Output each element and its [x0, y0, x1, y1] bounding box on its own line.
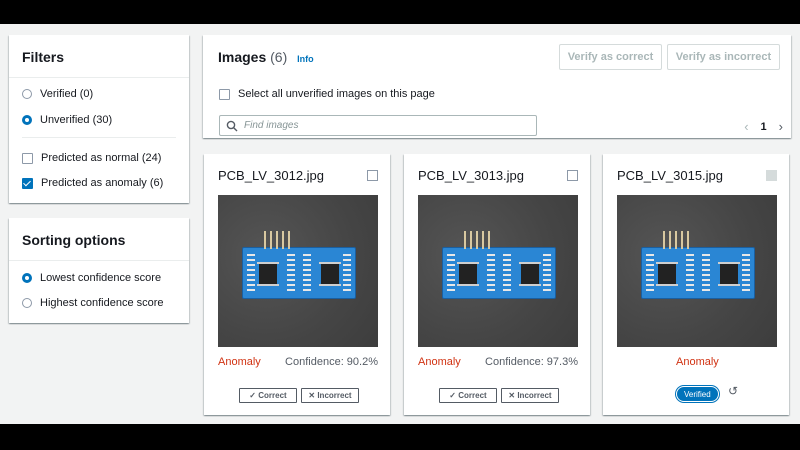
pcb-header-pins [663, 231, 689, 249]
correct-button[interactable]: ✓ Correct [439, 388, 497, 403]
filters-divider [22, 137, 176, 138]
radio-icon[interactable] [22, 89, 32, 99]
pcb-chip [519, 262, 541, 286]
incorrect-button[interactable]: ✕ Incorrect [501, 388, 559, 403]
pcb-pads-mid2 [702, 254, 710, 292]
anomaly-label: Anomaly [218, 356, 261, 368]
checkbox-checked-icon[interactable] [22, 177, 33, 189]
pcb-board [242, 247, 356, 299]
images-title-text: Images [218, 49, 267, 65]
stage: Filters Verified (0) Unverified (30) Pre… [0, 24, 800, 424]
radio-icon[interactable] [22, 298, 32, 308]
filters-title: Filters [9, 35, 189, 78]
pcb-pads-left [247, 254, 255, 292]
image-filename: PCB_LV_3015.jpg [617, 168, 724, 183]
sorting-title: Sorting options [9, 218, 189, 261]
pcb-pads-mid2 [303, 254, 311, 292]
filters-panel: Filters Verified (0) Unverified (30) Pre… [9, 35, 189, 203]
pcb-pads-mid [686, 254, 694, 292]
filter-anomaly-label: Predicted as anomaly (6) [41, 177, 164, 189]
select-all-label: Select all unverified images on this pag… [238, 88, 435, 100]
pcb-image [218, 195, 378, 347]
pcb-chip [319, 262, 341, 286]
images-count: (6) [270, 49, 288, 65]
checkbox-icon[interactable] [219, 88, 230, 100]
pcb-chip [718, 262, 740, 286]
radio-selected-icon[interactable] [22, 115, 32, 125]
select-all-checkbox[interactable]: Select all unverified images on this pag… [219, 88, 435, 100]
images-header-panel: Images (6) Info Verify as correct Verify… [203, 35, 791, 138]
filter-predicted-anomaly[interactable]: Predicted as anomaly (6) [22, 177, 163, 189]
filter-normal-label: Predicted as normal (24) [41, 152, 162, 164]
image-filename: PCB_LV_3013.jpg [418, 168, 525, 183]
chevron-right-icon[interactable]: › [779, 119, 783, 134]
chevron-left-icon[interactable]: ‹ [744, 119, 748, 134]
pcb-chip [257, 262, 279, 286]
pcb-image [418, 195, 578, 347]
pcb-pads-right [543, 254, 551, 292]
pcb-pads-mid2 [503, 254, 511, 292]
sort-lowest[interactable]: Lowest confidence score [22, 272, 161, 284]
verify-incorrect-button[interactable]: Verify as incorrect [667, 44, 780, 70]
filter-verified-label: Verified (0) [40, 88, 94, 100]
search-input[interactable]: Find images [219, 115, 537, 136]
pcb-header-pins [464, 231, 490, 249]
pcb-pads-mid [287, 254, 295, 292]
filter-unverified-label: Unverified (30) [40, 114, 113, 126]
pcb-header-pins [264, 231, 290, 249]
verified-badge: Verified [676, 386, 719, 402]
info-link[interactable]: Info [297, 54, 314, 64]
filter-verified[interactable]: Verified (0) [22, 88, 93, 100]
page-number[interactable]: 1 [761, 121, 767, 133]
sorting-panel: Sorting options Lowest confidence score … [9, 218, 189, 323]
search-icon [226, 120, 238, 131]
incorrect-button[interactable]: ✕ Incorrect [301, 388, 359, 403]
pcb-image [617, 195, 777, 347]
confidence-value: Confidence: 90.2% [285, 356, 378, 368]
correct-button[interactable]: ✓ Correct [239, 388, 297, 403]
pcb-pads-right [742, 254, 750, 292]
image-card[interactable]: PCB_LV_3015.jpg Anomaly Verified ↺ [603, 154, 789, 415]
search-placeholder: Find images [244, 120, 299, 131]
image-card[interactable]: PCB_LV_3012.jpg Anomaly Confidence: 90.2… [204, 154, 390, 415]
sort-highest-label: Highest confidence score [40, 297, 164, 309]
filter-unverified[interactable]: Unverified (30) [22, 114, 112, 126]
undo-icon[interactable]: ↺ [728, 384, 738, 398]
filter-predicted-normal[interactable]: Predicted as normal (24) [22, 152, 161, 164]
pcb-chip [656, 262, 678, 286]
card-checkbox[interactable] [567, 170, 578, 181]
pcb-board [442, 247, 556, 299]
pcb-pads-left [646, 254, 654, 292]
checkbox-icon[interactable] [22, 152, 33, 164]
verify-correct-button[interactable]: Verify as correct [559, 44, 662, 70]
pcb-pads-mid [487, 254, 495, 292]
card-checkbox-disabled [766, 170, 777, 181]
pagination: ‹ 1 › [744, 119, 783, 134]
pcb-board [641, 247, 755, 299]
images-title: Images (6) Info [218, 49, 314, 65]
confidence-value: Confidence: 97.3% [485, 356, 578, 368]
card-checkbox[interactable] [367, 170, 378, 181]
image-filename: PCB_LV_3012.jpg [218, 168, 325, 183]
anomaly-label: Anomaly [676, 356, 719, 368]
anomaly-label: Anomaly [418, 356, 461, 368]
pcb-pads-right [343, 254, 351, 292]
image-card[interactable]: PCB_LV_3013.jpg Anomaly Confidence: 97.3… [404, 154, 590, 415]
sort-highest[interactable]: Highest confidence score [22, 297, 164, 309]
pcb-chip [457, 262, 479, 286]
pcb-pads-left [447, 254, 455, 292]
sort-lowest-label: Lowest confidence score [40, 272, 162, 284]
radio-selected-icon[interactable] [22, 273, 32, 283]
